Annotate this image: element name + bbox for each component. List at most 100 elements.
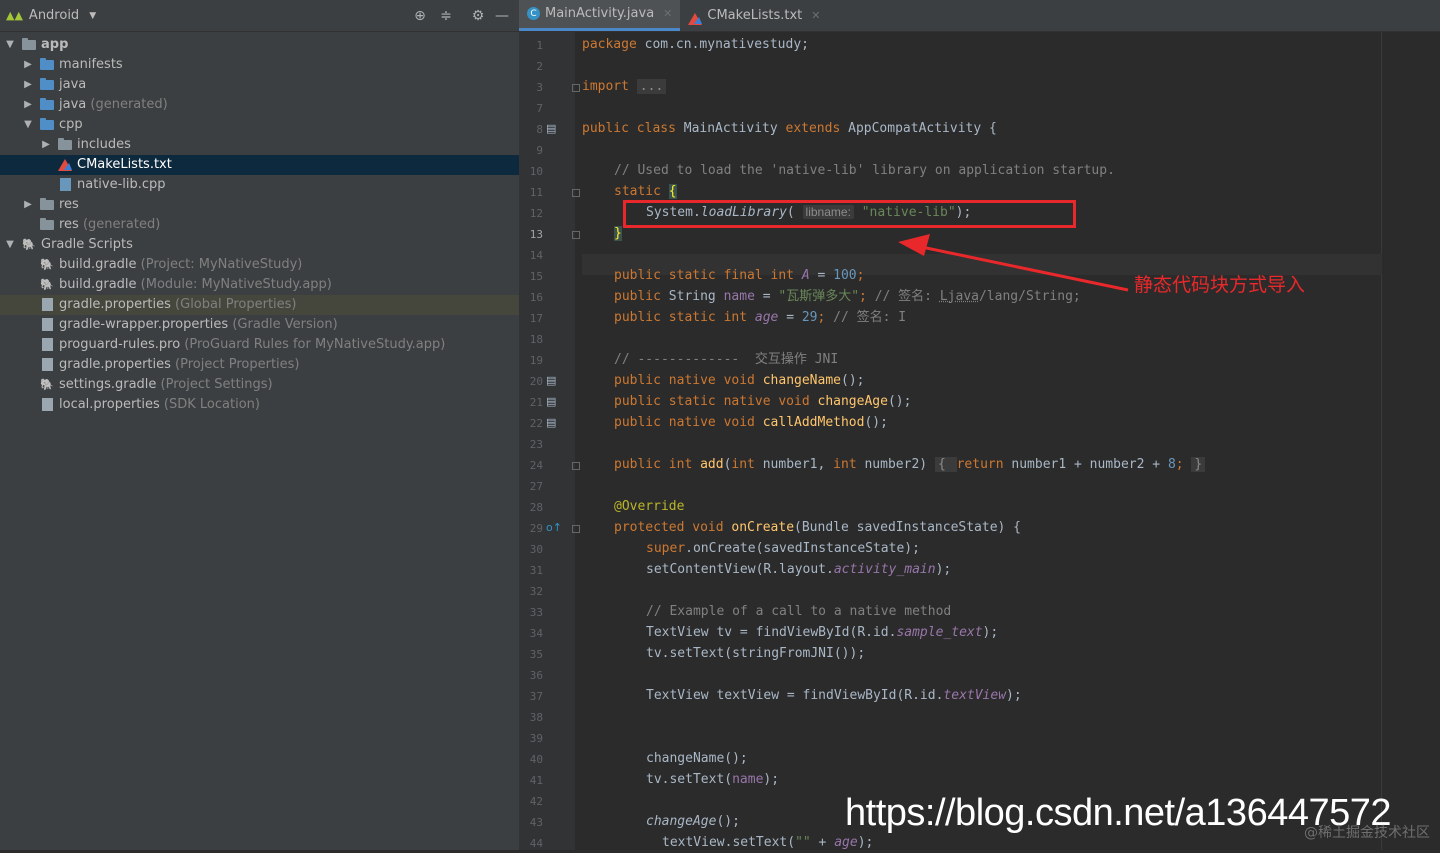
tree-item-gradle-properties-global[interactable]: gradle.properties (Global Properties) (0, 295, 519, 315)
code-line: setContentView(R.layout.activity_main); (646, 559, 951, 580)
fold-marker-icon[interactable] (572, 84, 580, 92)
tree-item-label-wrap: build.gradle (Module: MyNativeStudy.app) (59, 275, 332, 295)
tree-item-label-wrap: gradle-wrapper.properties (Gradle Versio… (59, 315, 338, 335)
line-number: 15 (529, 270, 543, 283)
fold-marker-icon[interactable] (572, 462, 580, 470)
collapsed-arrow-icon[interactable]: ▶ (40, 135, 52, 155)
tree-item-native-lib-cpp[interactable]: native-lib.cpp (0, 175, 519, 195)
code-line: super.onCreate(savedInstanceState); (646, 538, 920, 559)
fold-marker-icon[interactable] (572, 231, 580, 239)
collapsed-arrow-icon[interactable]: ▶ (22, 55, 34, 75)
tree-item-res-generated[interactable]: res (generated) (0, 215, 519, 235)
tree-item-label-wrap: java (generated) (59, 95, 168, 115)
code-line: tv.setText(name); (646, 769, 779, 790)
code-text: = (754, 289, 779, 304)
code-area[interactable]: package com.cn.mynativestudy; import ...… (582, 32, 1440, 850)
field-name: age (754, 310, 779, 325)
tree-item-hint: (generated) (90, 97, 168, 112)
properties-file-icon (40, 315, 56, 335)
tree-item-build-gradle-project[interactable]: 🐘 build.gradle (Project: MyNativeStudy) (0, 255, 519, 275)
native-method-icon[interactable]: ▤ (546, 374, 556, 387)
tree-item-label: build.gradle (59, 257, 137, 272)
line-number: 20 (529, 375, 543, 388)
tree-item-label: gradle.properties (59, 357, 171, 372)
tree-item-label: build.gradle (59, 277, 137, 292)
native-method-icon[interactable]: ▤ (546, 122, 556, 135)
close-icon[interactable]: ✕ (663, 7, 672, 20)
code-line: public int add(int number1, int number2)… (614, 454, 1206, 475)
code-line: changeName(); (646, 751, 748, 766)
tree-item-label: res (59, 197, 79, 212)
tree-item-label-wrap: gradle.properties (Project Properties) (59, 355, 300, 375)
highlight-box (623, 200, 1076, 228)
tree-item-app[interactable]: ▼ app (0, 35, 519, 55)
collapsed-arrow-icon[interactable]: ▶ (22, 195, 34, 215)
line-number: 36 (529, 669, 543, 682)
line-number: 28 (529, 501, 543, 514)
project-view-selector[interactable]: ▲▲ Android ▼ (6, 8, 96, 23)
tree-item-label: cpp (59, 117, 83, 132)
tree-item-label: res (59, 217, 79, 232)
expanded-arrow-icon[interactable]: ▼ (22, 115, 34, 135)
tree-item-gradle-scripts[interactable]: ▼ 🐘 Gradle Scripts (0, 235, 519, 255)
tree-item-gradle-properties-project[interactable]: gradle.properties (Project Properties) (0, 355, 519, 375)
keyword: public static int (614, 310, 755, 325)
method-name: onCreate (731, 520, 795, 535)
tree-item-gradle-wrapper-properties[interactable]: gradle-wrapper.properties (Gradle Versio… (0, 315, 519, 335)
collapse-all-icon[interactable]: ≑ (435, 8, 457, 24)
keyword: static (614, 184, 669, 199)
tree-item-cpp[interactable]: ▼ cpp (0, 115, 519, 135)
tree-item-java-generated[interactable]: ▶ java (generated) (0, 95, 519, 115)
code-text: number2) (864, 457, 935, 472)
code-text: ); (935, 562, 952, 577)
tab-mainactivity[interactable]: C MainActivity.java ✕ (519, 0, 681, 31)
expanded-arrow-icon[interactable]: ▼ (4, 235, 16, 255)
folder-icon (40, 75, 56, 95)
code-line: public class MainActivity extends AppCom… (582, 118, 997, 139)
number-literal: 29 (801, 310, 818, 325)
code-text: number1, (762, 457, 834, 472)
collapsed-arrow-icon[interactable]: ▶ (22, 75, 34, 95)
minimize-icon[interactable]: — (491, 8, 513, 24)
native-method-icon[interactable]: ▤ (546, 395, 556, 408)
tree-item-proguard-rules[interactable]: proguard-rules.pro (ProGuard Rules for M… (0, 335, 519, 355)
line-number: 44 (529, 837, 543, 850)
folded-imports[interactable]: ... (636, 79, 667, 94)
tree-item-label-wrap: res (generated) (59, 215, 160, 235)
override-method-icon[interactable]: o↑ (546, 521, 562, 534)
fold-marker-icon[interactable] (572, 525, 580, 533)
tree-item-build-gradle-module[interactable]: 🐘 build.gradle (Module: MyNativeStudy.ap… (0, 275, 519, 295)
gradle-icon: 🐘 (22, 238, 36, 251)
type-name: String (668, 289, 724, 304)
code-text: ; (1175, 457, 1192, 472)
field-name: sample_text (896, 625, 983, 640)
locate-icon[interactable]: ⊕ (409, 8, 431, 24)
tree-item-label: includes (77, 137, 131, 152)
tree-item-res[interactable]: ▶ res (0, 195, 519, 215)
tree-item-manifests[interactable]: ▶ manifests (0, 55, 519, 75)
line-number: 38 (529, 711, 543, 724)
tab-cmakelists[interactable]: CMakeLists.txt ✕ (680, 0, 828, 31)
tree-item-label: Gradle Scripts (41, 237, 133, 252)
gear-icon[interactable]: ⚙ (467, 8, 489, 24)
line-number: 8 (536, 123, 543, 136)
fold-marker-icon[interactable] (572, 189, 580, 197)
tree-item-java[interactable]: ▶ java (0, 75, 519, 95)
collapsed-arrow-icon[interactable]: ▶ (22, 95, 34, 115)
tree-item-settings-gradle[interactable]: 🐘 settings.gradle (Project Settings) (0, 375, 519, 395)
close-icon[interactable]: ✕ (811, 9, 820, 22)
tree-item-cmakelists[interactable]: CMakeLists.txt (0, 155, 519, 175)
native-method-icon[interactable]: ▤ (546, 416, 556, 429)
keyword: extends (777, 121, 849, 136)
keyword: int (731, 457, 763, 472)
line-number: 18 (529, 333, 543, 346)
tree-item-local-properties[interactable]: local.properties (SDK Location) (0, 395, 519, 415)
tree-item-label-wrap: gradle.properties (Global Properties) (59, 295, 297, 315)
tree-item-includes[interactable]: ▶ includes (0, 135, 519, 155)
expanded-arrow-icon[interactable]: ▼ (4, 35, 16, 55)
line-number: 22 (529, 417, 543, 430)
line-number: 40 (529, 753, 543, 766)
keyword: public static native void (614, 394, 818, 409)
matched-brace: { (668, 184, 677, 199)
code-text: setContentView(R.layout. (646, 562, 834, 577)
